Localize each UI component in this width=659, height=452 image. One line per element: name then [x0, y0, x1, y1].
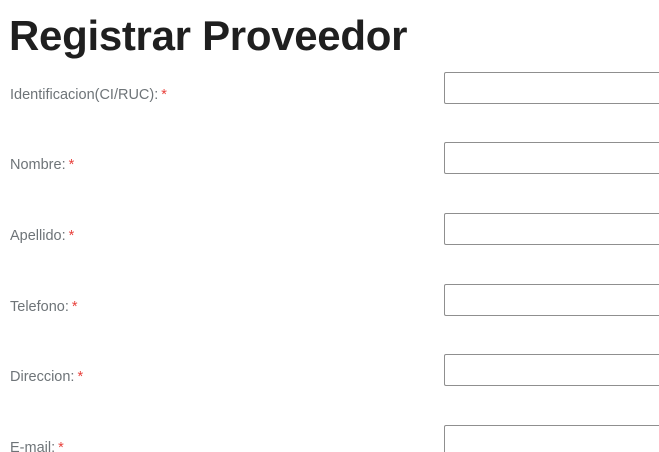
- form-row-telefono: Telefono: *: [0, 284, 659, 318]
- required-marker: *: [68, 157, 75, 173]
- form-row-email: E-mail: *: [0, 425, 659, 452]
- form-row-nombre: Nombre: *: [0, 142, 659, 176]
- page-title: Registrar Proveedor: [9, 12, 408, 59]
- telefono-label: Telefono: *: [10, 298, 78, 316]
- nombre-label-text: Nombre:: [10, 157, 66, 173]
- direccion-label-text: Direccion:: [10, 369, 75, 385]
- required-marker: *: [71, 299, 78, 315]
- form-row-identificacion: Identificacion(CI/RUC): *: [0, 72, 659, 106]
- email-label: E-mail: *: [10, 439, 64, 452]
- required-marker: *: [68, 228, 75, 244]
- apellido-label: Apellido: *: [10, 227, 74, 245]
- nombre-label: Nombre: *: [10, 156, 74, 174]
- direccion-label: Direccion: *: [10, 368, 83, 386]
- identificacion-label: Identificacion(CI/RUC): *: [10, 86, 167, 104]
- telefono-input[interactable]: [444, 284, 659, 316]
- required-marker: *: [77, 369, 84, 385]
- direccion-input[interactable]: [444, 354, 659, 386]
- apellido-label-text: Apellido:: [10, 228, 66, 244]
- identificacion-input[interactable]: [444, 72, 659, 104]
- form-row-direccion: Direccion: *: [0, 354, 659, 388]
- nombre-input[interactable]: [444, 142, 659, 174]
- telefono-label-text: Telefono:: [10, 299, 69, 315]
- apellido-input[interactable]: [444, 213, 659, 245]
- email-input[interactable]: [444, 425, 659, 452]
- required-marker: *: [58, 440, 64, 452]
- form-row-apellido: Apellido: *: [0, 213, 659, 247]
- email-label-text: E-mail:: [10, 440, 56, 452]
- identificacion-label-text: Identificacion(CI/RUC):: [10, 87, 159, 103]
- required-marker: *: [161, 87, 167, 103]
